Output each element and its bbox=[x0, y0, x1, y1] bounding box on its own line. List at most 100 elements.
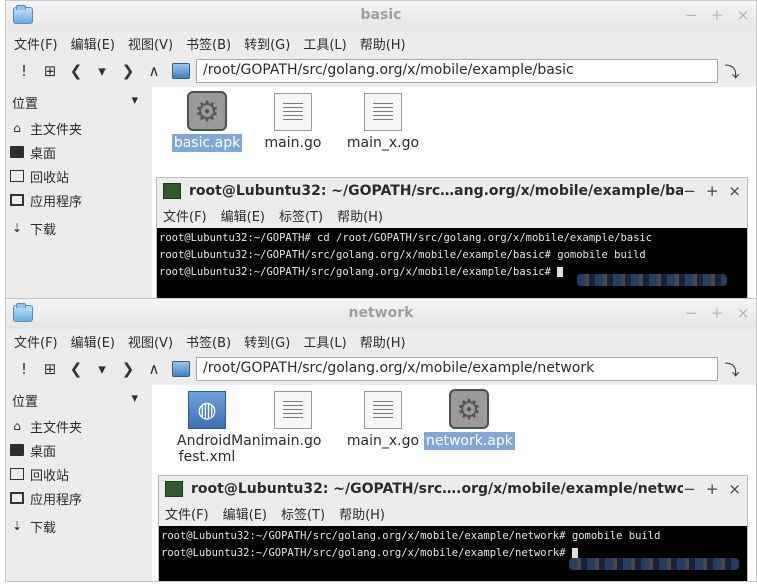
go-icon[interactable]: ⤵ bbox=[722, 61, 742, 82]
path-input[interactable]: /root/GOPATH/src/golang.org/x/mobile/exa… bbox=[196, 59, 718, 83]
menu-help[interactable]: 帮助(H) bbox=[339, 504, 385, 523]
sidebar-item-desktop[interactable]: 桌面 bbox=[6, 140, 152, 164]
up-icon[interactable]: ∧ bbox=[142, 62, 166, 80]
minimize-button[interactable]: − bbox=[684, 304, 698, 322]
history-down-icon[interactable]: ▾ bbox=[90, 360, 114, 378]
desktop-icon bbox=[10, 146, 24, 158]
trash-icon bbox=[10, 170, 24, 182]
file-item-main-x-go[interactable]: main_x.go bbox=[338, 391, 428, 449]
terminal-cursor bbox=[557, 267, 564, 277]
close-button[interactable]: × bbox=[728, 182, 741, 200]
up-icon[interactable]: ∧ bbox=[142, 360, 166, 378]
minimize-button[interactable]: − bbox=[683, 182, 696, 200]
sidebar-header[interactable]: 位置 ▾ bbox=[6, 385, 152, 414]
menu-file[interactable]: 文件(F) bbox=[14, 34, 58, 53]
file-name: basic.apk bbox=[171, 134, 243, 152]
menu-go[interactable]: 转到(G) bbox=[244, 34, 290, 53]
menu-edit[interactable]: 编辑(E) bbox=[223, 504, 267, 523]
title-bar[interactable]: network − + × bbox=[6, 299, 756, 329]
window-title: network bbox=[348, 305, 414, 321]
menu-tabs[interactable]: 标签(T) bbox=[279, 206, 323, 225]
maximize-button[interactable]: + bbox=[706, 480, 719, 498]
chevron-down-icon[interactable]: ▾ bbox=[131, 93, 138, 112]
terminal-prompt: root@Lubuntu32:~/GOPATH/src/golang.org/x… bbox=[159, 266, 558, 278]
close-button[interactable]: × bbox=[728, 480, 741, 498]
menu-file[interactable]: 文件(F) bbox=[14, 332, 58, 351]
terminal-line: root@Lubuntu32:~/GOPATH# cd /root/GOPATH… bbox=[159, 232, 653, 244]
maximize-button[interactable]: + bbox=[710, 6, 724, 24]
maximize-button[interactable]: + bbox=[710, 304, 724, 322]
sidebar-item-desktop[interactable]: 桌面 bbox=[6, 438, 152, 462]
go-icon[interactable]: ⤵ bbox=[722, 359, 742, 380]
sidebar-item-home[interactable]: ⌂ 主文件夹 bbox=[6, 116, 152, 140]
menu-view[interactable]: 视图(V) bbox=[128, 34, 173, 53]
menu-tabs[interactable]: 标签(T) bbox=[281, 504, 325, 523]
bookmark-icon[interactable]: ! bbox=[12, 62, 36, 80]
menu-tools[interactable]: 工具(L) bbox=[303, 34, 346, 53]
menu-tools[interactable]: 工具(L) bbox=[303, 332, 346, 351]
chevron-down-icon[interactable]: ▾ bbox=[131, 391, 138, 410]
menu-go[interactable]: 转到(G) bbox=[244, 332, 290, 351]
forward-icon[interactable]: ❯ bbox=[116, 360, 140, 378]
text-file-icon bbox=[274, 391, 312, 429]
file-item-androidmanifest-xml[interactable]: ◍ AndroidMani fest.xml bbox=[162, 391, 265, 465]
sidebar: 位置 ▾ ⌂ 主文件夹 桌面 回收站 应用程序 ⇣ 下载 bbox=[6, 87, 152, 299]
home-icon[interactable] bbox=[172, 63, 190, 79]
back-icon[interactable]: ❮ bbox=[64, 62, 88, 80]
menu-edit[interactable]: 编辑(E) bbox=[71, 332, 115, 351]
toolbar: ! ⊞ ❮ ▾ ❯ ∧ /root/GOPATH/src/golang.org/… bbox=[6, 353, 756, 385]
sidebar-item-applications[interactable]: 应用程序 bbox=[6, 188, 152, 212]
forward-icon[interactable]: ❯ bbox=[116, 62, 140, 80]
menu-bookmarks[interactable]: 书签(B) bbox=[186, 332, 231, 351]
sidebar-item-label: 主文件夹 bbox=[30, 420, 83, 436]
apk-gear-icon: ⚙ bbox=[449, 389, 489, 429]
sidebar-item-trash[interactable]: 回收站 bbox=[6, 462, 152, 486]
terminal-title-bar[interactable]: root@Lubuntu32: ~/GOPATH/src…ang.org/x/m… bbox=[157, 178, 747, 204]
title-bar[interactable]: basic − + × bbox=[6, 1, 756, 31]
menu-file[interactable]: 文件(F) bbox=[163, 206, 207, 225]
watermark bbox=[577, 274, 727, 286]
minimize-button[interactable]: − bbox=[684, 6, 698, 24]
sidebar-item-downloads[interactable]: ⇣ 下载 bbox=[6, 216, 152, 240]
sidebar-header[interactable]: 位置 ▾ bbox=[6, 87, 152, 116]
menu-file[interactable]: 文件(F) bbox=[165, 504, 209, 523]
sidebar-item-applications[interactable]: 应用程序 bbox=[6, 486, 152, 510]
file-item-main-go[interactable]: main.go bbox=[248, 391, 338, 449]
menu-edit[interactable]: 编辑(E) bbox=[221, 206, 265, 225]
applications-icon bbox=[10, 194, 24, 206]
terminal-output[interactable]: root@Lubuntu32:~/GOPATH# cd /root/GOPATH… bbox=[157, 228, 747, 299]
close-button[interactable]: × bbox=[736, 304, 750, 322]
menu-edit[interactable]: 编辑(E) bbox=[71, 34, 115, 53]
new-tab-icon[interactable]: ⊞ bbox=[38, 360, 62, 378]
bookmark-icon[interactable]: ! bbox=[12, 360, 36, 378]
menu-help[interactable]: 帮助(H) bbox=[360, 332, 406, 351]
file-item-basic-apk[interactable]: ⚙ basic.apk bbox=[162, 91, 252, 152]
new-tab-icon[interactable]: ⊞ bbox=[38, 62, 62, 80]
applications-icon bbox=[10, 492, 24, 504]
menu-bar: 文件(F) 编辑(E) 视图(V) 书签(B) 转到(G) 工具(L) 帮助(H… bbox=[6, 329, 756, 353]
terminal-title-bar[interactable]: root@Lubuntu32: ~/GOPATH/src….org/x/mobi… bbox=[159, 476, 747, 502]
terminal-line: root@Lubuntu32:~/GOPATH/src/golang.org/x… bbox=[161, 530, 661, 542]
sidebar-header-label: 位置 bbox=[12, 395, 39, 410]
file-item-main-go[interactable]: main.go bbox=[248, 93, 338, 151]
path-input[interactable]: /root/GOPATH/src/golang.org/x/mobile/exa… bbox=[196, 357, 718, 381]
back-icon[interactable]: ❮ bbox=[64, 360, 88, 378]
menu-bookmarks[interactable]: 书签(B) bbox=[186, 34, 231, 53]
maximize-button[interactable]: + bbox=[706, 182, 719, 200]
window-title: basic bbox=[360, 7, 402, 23]
sidebar-item-trash[interactable]: 回收站 bbox=[6, 164, 152, 188]
terminal-output[interactable]: root@Lubuntu32:~/GOPATH/src/golang.org/x… bbox=[159, 526, 747, 581]
menu-view[interactable]: 视图(V) bbox=[128, 332, 173, 351]
menu-help[interactable]: 帮助(H) bbox=[360, 34, 406, 53]
file-item-network-apk[interactable]: ⚙ network.apk bbox=[424, 389, 515, 450]
home-icon[interactable] bbox=[172, 361, 190, 377]
close-button[interactable]: × bbox=[736, 6, 750, 24]
sidebar-item-downloads[interactable]: ⇣ 下载 bbox=[6, 514, 152, 538]
sidebar-item-label: 应用程序 bbox=[30, 194, 83, 210]
minimize-button[interactable]: − bbox=[683, 480, 696, 498]
trash-icon bbox=[10, 468, 24, 480]
history-down-icon[interactable]: ▾ bbox=[90, 62, 114, 80]
sidebar-item-home[interactable]: ⌂ 主文件夹 bbox=[6, 414, 152, 438]
menu-help[interactable]: 帮助(H) bbox=[337, 206, 383, 225]
file-item-main-x-go[interactable]: main_x.go bbox=[338, 93, 428, 151]
